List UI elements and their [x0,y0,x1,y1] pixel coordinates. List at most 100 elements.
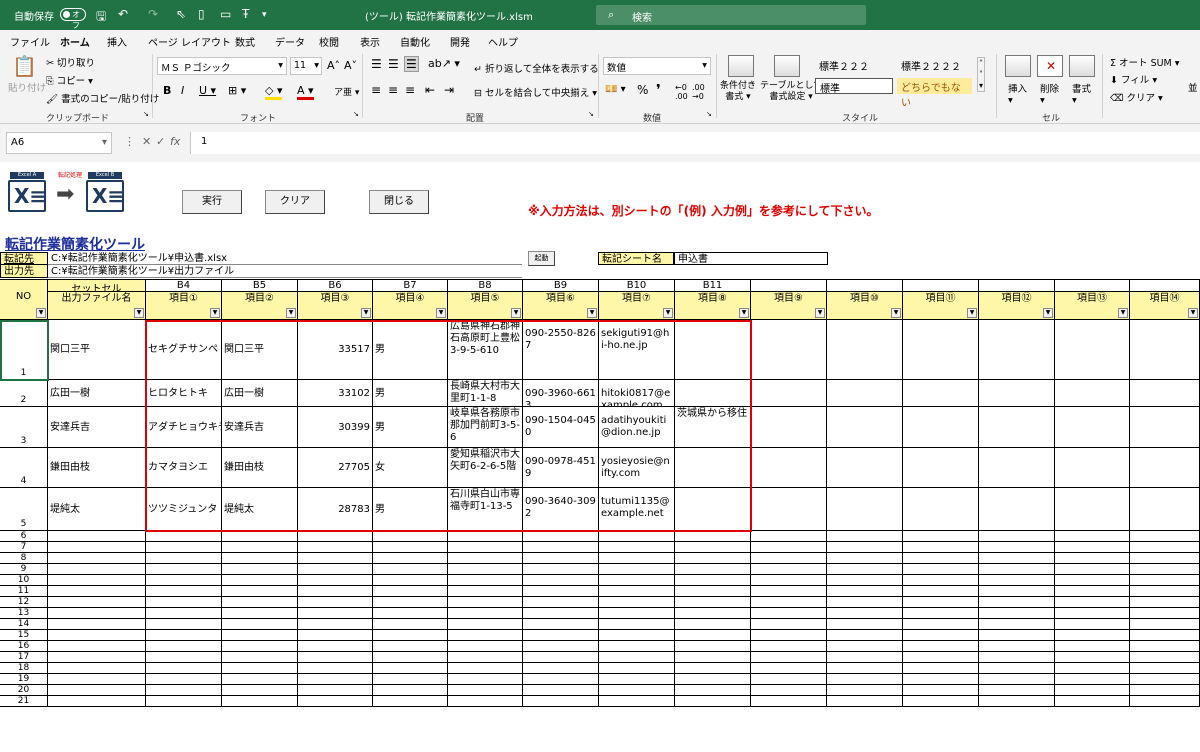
empty-cell[interactable] [1055,641,1130,652]
empty-cell[interactable] [222,575,298,586]
empty-cell[interactable] [48,564,146,575]
empty-cell[interactable] [222,586,298,597]
empty-cell[interactable] [523,652,599,663]
cancel-icon[interactable]: ✕ [142,135,151,148]
empty-cell[interactable] [903,597,979,608]
empty-cell[interactable] [751,663,827,674]
empty-cell[interactable] [827,553,903,564]
data-cell[interactable] [827,448,903,488]
delete-cells-icon[interactable] [1037,55,1063,77]
empty-cell[interactable] [373,663,448,674]
data-cell[interactable] [1055,488,1130,531]
format-painter-button[interactable]: 🖌 書式のコピー/貼り付け [46,91,159,105]
data-cell[interactable] [1055,448,1130,488]
row-number[interactable]: 7 [0,542,48,553]
empty-cell[interactable] [903,652,979,663]
form-icon[interactable]: ▭ [220,7,231,21]
empty-cell[interactable] [146,685,222,696]
empty-cell[interactable] [1055,619,1130,630]
empty-cell[interactable] [373,630,448,641]
empty-cell[interactable] [675,696,751,707]
empty-cell[interactable] [448,652,523,663]
row-number[interactable]: 6 [0,531,48,542]
tab-help[interactable]: ヘルプ [488,34,518,49]
tab-data[interactable]: データ [275,34,305,49]
empty-cell[interactable] [222,663,298,674]
styles-scroll-icon[interactable]: ˄ ˅ ▾ [977,57,986,92]
empty-cell[interactable] [599,575,675,586]
row-number[interactable]: 21 [0,696,48,707]
source-path[interactable]: C:¥転記作業簡素化ツール¥申込書.xlsx [48,252,522,265]
row-number[interactable]: 17 [0,652,48,663]
empty-cell[interactable] [1130,685,1200,696]
font-launcher-icon[interactable]: ↘ [353,110,359,118]
item-filter-dropdown[interactable]: ▼ [815,308,825,318]
filename-filter-dropdown[interactable]: ▼ [134,308,144,318]
empty-cell[interactable] [48,553,146,564]
wrap-text-button[interactable]: ↵ 折り返して全体を表示する [474,61,599,75]
row-number[interactable]: 16 [0,641,48,652]
empty-cell[interactable] [373,531,448,542]
empty-cell[interactable] [523,564,599,575]
empty-cell[interactable] [599,641,675,652]
data-cell[interactable] [751,380,827,407]
orientation-icon[interactable]: ab↗ ▾ [428,57,460,70]
enter-icon[interactable]: ✓ [156,135,165,148]
output-filename-cell[interactable]: 鎌田由枝 [48,448,146,488]
data-cell[interactable] [827,407,903,448]
delete-cells-button[interactable]: 削除 ▾ [1040,81,1059,106]
document-icon[interactable]: ▯ [198,7,205,21]
empty-cell[interactable] [1130,619,1200,630]
empty-cell[interactable] [979,542,1055,553]
name-box[interactable]: A6 ▾ [6,132,112,154]
grow-font-icon[interactable]: A˄ [327,59,340,72]
empty-cell[interactable] [675,685,751,696]
empty-cell[interactable] [373,652,448,663]
row-number[interactable]: 20 [0,685,48,696]
empty-cell[interactable] [751,564,827,575]
item-filter-dropdown[interactable]: ▼ [361,308,371,318]
decrease-indent-icon[interactable]: ⇤ [425,83,435,97]
empty-cell[interactable] [675,641,751,652]
empty-cell[interactable] [298,674,373,685]
empty-cell[interactable] [751,553,827,564]
empty-cell[interactable] [146,586,222,597]
empty-cell[interactable] [675,619,751,630]
style-standard-2222[interactable]: 標準２２２２ [897,57,965,73]
row-number[interactable]: 2 [0,380,48,407]
empty-cell[interactable] [373,597,448,608]
number-launcher-icon[interactable]: ↘ [706,110,712,118]
data-cell[interactable] [1130,488,1200,531]
empty-cell[interactable] [523,597,599,608]
empty-cell[interactable] [827,619,903,630]
tab-view[interactable]: 表示 [360,34,380,49]
empty-cell[interactable] [827,641,903,652]
item-filter-dropdown[interactable]: ▼ [587,308,597,318]
empty-cell[interactable] [448,674,523,685]
empty-cell[interactable] [448,542,523,553]
empty-cell[interactable] [146,674,222,685]
empty-cell[interactable] [523,674,599,685]
item-filter-dropdown[interactable]: ▼ [663,308,673,318]
empty-cell[interactable] [222,630,298,641]
empty-cell[interactable] [448,608,523,619]
align-bottom-icon[interactable]: ☰ [404,56,419,72]
empty-cell[interactable] [1130,608,1200,619]
empty-cell[interactable] [146,619,222,630]
empty-cell[interactable] [298,630,373,641]
copy-button[interactable]: ⎘ コピー ▾ [46,73,93,87]
underline-icon[interactable]: U ▾ [199,84,216,97]
empty-cell[interactable] [979,597,1055,608]
empty-cell[interactable] [523,619,599,630]
data-cell[interactable] [751,448,827,488]
empty-cell[interactable] [48,619,146,630]
run-button[interactable]: 実行 [182,190,242,214]
item-filter-dropdown[interactable]: ▼ [1043,308,1053,318]
clear-sheet-button[interactable]: クリア [265,190,325,214]
currency-icon[interactable]: 💴 ▾ [605,84,626,95]
data-cell[interactable] [979,488,1055,531]
empty-cell[interactable] [222,674,298,685]
italic-icon[interactable]: I [181,84,184,97]
empty-cell[interactable] [751,608,827,619]
empty-cell[interactable] [903,663,979,674]
